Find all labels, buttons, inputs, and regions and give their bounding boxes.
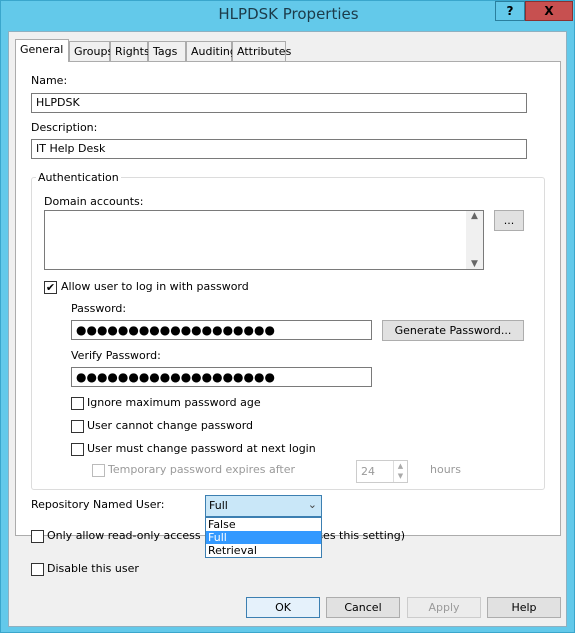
name-input[interactable]: HLPDSK bbox=[31, 93, 527, 113]
cannot-change-label: User cannot change password bbox=[87, 419, 254, 432]
description-label: Description: bbox=[31, 121, 98, 134]
general-panel: Name: HLPDSK Description: IT Help Desk A… bbox=[15, 61, 561, 536]
close-button[interactable]: X bbox=[525, 1, 573, 21]
scrollbar[interactable]: ▲ ▼ bbox=[466, 211, 483, 269]
must-change-label: User must change password at next login bbox=[87, 442, 316, 455]
repo-user-value: Full bbox=[209, 499, 228, 512]
allow-password-label: Allow user to log in with password bbox=[61, 280, 249, 293]
disable-user-checkbox[interactable] bbox=[31, 563, 44, 576]
help-button[interactable]: Help bbox=[487, 597, 561, 618]
temp-expires-label: Temporary password expires after bbox=[108, 463, 295, 476]
repo-user-select[interactable]: Full ⌄ bbox=[205, 495, 322, 517]
option-full[interactable]: Full bbox=[206, 531, 321, 544]
tab-groups[interactable]: Groups bbox=[69, 41, 113, 61]
temp-hours-spinner[interactable]: 24 ▲ ▼ bbox=[356, 460, 408, 483]
description-input[interactable]: IT Help Desk bbox=[31, 139, 527, 159]
disable-user-label: Disable this user bbox=[47, 562, 139, 575]
tab-tags[interactable]: Tags bbox=[148, 41, 186, 61]
spin-down-icon[interactable]: ▼ bbox=[394, 471, 407, 481]
spinner-arrows[interactable]: ▲ ▼ bbox=[393, 461, 407, 482]
scroll-down-icon[interactable]: ▼ bbox=[466, 259, 483, 269]
temp-hours-value: 24 bbox=[361, 465, 375, 478]
cancel-button[interactable]: Cancel bbox=[326, 597, 400, 618]
spin-up-icon[interactable]: ▲ bbox=[394, 461, 407, 471]
domain-accounts-label: Domain accounts: bbox=[44, 195, 144, 208]
password-label: Password: bbox=[71, 302, 127, 315]
hours-label: hours bbox=[430, 463, 461, 476]
domain-accounts-list[interactable]: ▲ ▼ bbox=[44, 210, 484, 270]
window-title: HLPDSK Properties bbox=[218, 5, 359, 23]
ignore-age-checkbox[interactable] bbox=[71, 397, 84, 410]
browse-domain-accounts-button[interactable]: ... bbox=[494, 210, 524, 231]
repo-user-label: Repository Named User: bbox=[31, 498, 165, 511]
ok-button[interactable]: OK bbox=[246, 597, 320, 618]
generate-password-button[interactable]: Generate Password... bbox=[382, 320, 524, 341]
name-label: Name: bbox=[31, 74, 68, 87]
authentication-group-label: Authentication bbox=[36, 171, 121, 184]
repo-user-dropdown: False Full Retrieval bbox=[205, 517, 322, 558]
verify-password-label: Verify Password: bbox=[71, 349, 161, 362]
apply-button[interactable]: Apply bbox=[407, 597, 481, 618]
temp-expires-checkbox[interactable] bbox=[92, 464, 105, 477]
password-input[interactable]: ●●●●●●●●●●●●●●●●●●● bbox=[71, 320, 372, 340]
dialog-window: HLPDSK Properties ? X General Groups Rig… bbox=[0, 0, 575, 633]
option-retrieval[interactable]: Retrieval bbox=[206, 544, 321, 557]
tab-auditing[interactable]: Auditing bbox=[186, 41, 237, 61]
tab-attributes[interactable]: Attributes bbox=[232, 41, 291, 61]
cannot-change-checkbox[interactable] bbox=[71, 420, 84, 433]
readonly-checkbox[interactable] bbox=[31, 530, 44, 543]
dialog-client: General Groups Rights Tags Auditing Attr… bbox=[8, 31, 567, 627]
ignore-age-label: Ignore maximum password age bbox=[87, 396, 261, 409]
must-change-checkbox[interactable] bbox=[71, 443, 84, 456]
tab-rights[interactable]: Rights bbox=[110, 41, 150, 61]
verify-password-input[interactable]: ●●●●●●●●●●●●●●●●●●● bbox=[71, 367, 372, 387]
scroll-up-icon[interactable]: ▲ bbox=[466, 211, 483, 221]
allow-password-checkbox[interactable]: ✔ bbox=[44, 281, 57, 294]
help-title-button[interactable]: ? bbox=[495, 1, 525, 21]
tab-general[interactable]: General bbox=[15, 39, 69, 62]
option-false[interactable]: False bbox=[206, 518, 321, 531]
chevron-down-icon: ⌄ bbox=[307, 498, 317, 511]
